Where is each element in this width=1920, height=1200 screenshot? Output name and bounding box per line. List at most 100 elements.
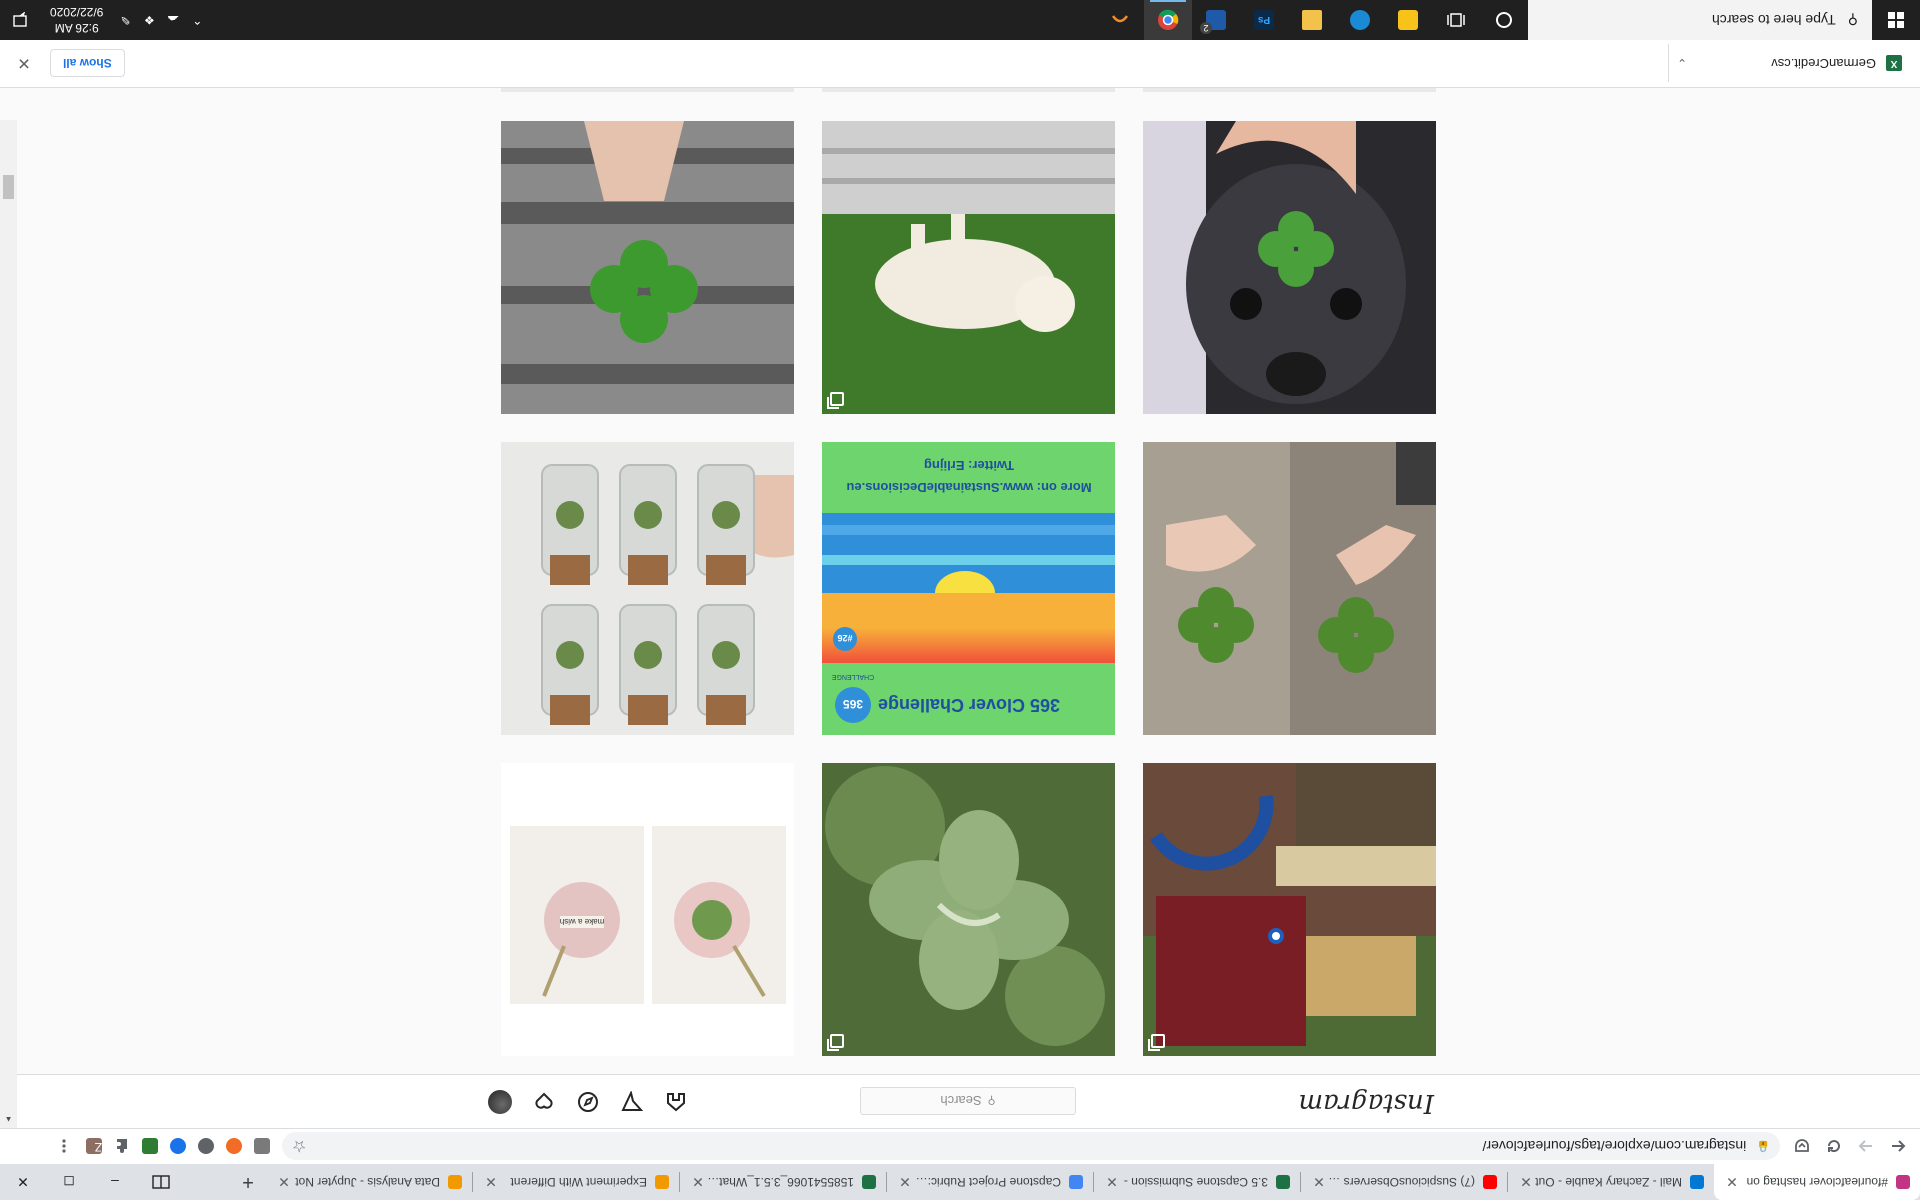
- tab-experiment[interactable]: Experiment With Different ✕: [473, 1164, 679, 1200]
- tab-capstone-submission[interactable]: 3.5 Capstone Submission - ✕: [1094, 1164, 1300, 1200]
- back-button[interactable]: [1882, 1131, 1914, 1163]
- profile-avatar: Z: [86, 1138, 102, 1155]
- app-icon-orange[interactable]: [1096, 0, 1144, 40]
- download-shelf: X GermanCredit.csv ⌄ Show all ✕: [0, 40, 1920, 88]
- task-view-icon[interactable]: [1432, 0, 1480, 40]
- reload-button[interactable]: [1818, 1131, 1850, 1163]
- forward-button[interactable]: [1850, 1131, 1882, 1163]
- pen-icon[interactable]: ✎: [113, 13, 137, 27]
- onedrive-icon[interactable]: ☁: [161, 13, 185, 27]
- bookmark-star-icon[interactable]: ☆: [292, 1137, 306, 1157]
- taskbar-search-placeholder: Type here to search: [1711, 12, 1836, 28]
- clock-date: 9/22/2020: [50, 5, 104, 19]
- dropbox-icon[interactable]: ❖: [137, 13, 161, 27]
- tab-strip: #fourleafclover hashtag on ✕ Mail - Zach…: [0, 1164, 1920, 1200]
- tab-outlook[interactable]: Mail - Zachary Kauble - Out ✕: [1508, 1164, 1714, 1200]
- poster-badge-sub: CHALLENGE: [831, 673, 874, 680]
- instagram-favicon-icon: [1896, 1175, 1910, 1189]
- tab-close-icon[interactable]: ✕: [1724, 1174, 1740, 1191]
- scroll-up-arrow-icon[interactable]: ▲: [0, 1111, 17, 1128]
- hands-clovers-photo: [1143, 442, 1436, 735]
- tab-close-icon[interactable]: ✕: [483, 1174, 499, 1191]
- notification-center-icon[interactable]: [0, 0, 40, 40]
- lock-icon[interactable]: 🔒: [1756, 1140, 1770, 1153]
- extension-honey[interactable]: [220, 1133, 248, 1161]
- post-dog-clover[interactable]: [1143, 121, 1436, 414]
- photoshop-tile: Ps: [1254, 10, 1274, 30]
- scroll-thumb[interactable]: [3, 175, 14, 199]
- tab-close-icon[interactable]: ✕: [690, 1174, 706, 1191]
- close-download-shelf-button[interactable]: ✕: [10, 50, 38, 78]
- tab-title: 1585541066_3.5.1_What_De: [706, 1175, 854, 1189]
- extension-grammarly[interactable]: [248, 1133, 276, 1161]
- post-resin-pendant[interactable]: make a wish: [501, 763, 794, 1056]
- tab-close-icon[interactable]: ✕: [1104, 1174, 1120, 1191]
- close-window-button[interactable]: ✕: [0, 1164, 46, 1200]
- tab-close-icon[interactable]: ✕: [1311, 1174, 1327, 1191]
- post-clover-bottles[interactable]: [501, 442, 794, 735]
- home-icon[interactable]: [663, 1089, 689, 1115]
- post-horseshoe[interactable]: [1143, 763, 1436, 1056]
- tab-youtube[interactable]: (7) SuspiciousObservers - Yo ✕: [1301, 1164, 1507, 1200]
- pocket-button[interactable]: [1786, 1131, 1818, 1163]
- post-hands-clovers[interactable]: [1143, 442, 1436, 735]
- extension-green[interactable]: [136, 1133, 164, 1161]
- weather-app-icon[interactable]: 2: [1192, 0, 1240, 40]
- tab-data-analysis[interactable]: Data Analysis - Jupyter Not ✕: [266, 1164, 472, 1200]
- extension-circle[interactable]: [192, 1133, 220, 1161]
- post-clover-hand[interactable]: [501, 121, 794, 414]
- maximize-button[interactable]: ◻: [46, 1164, 92, 1200]
- tab-close-icon[interactable]: ✕: [897, 1174, 913, 1191]
- post-clover-challenge[interactable]: 365 Clover Challenge 365 CHALLENGE #26 M…: [822, 442, 1115, 735]
- tab-close-icon[interactable]: ✕: [1518, 1174, 1534, 1191]
- cortana-icon[interactable]: [1480, 0, 1528, 40]
- poster-badge: 365: [843, 697, 863, 711]
- challenge-poster: 365 Clover Challenge 365 CHALLENGE #26 M…: [822, 442, 1115, 735]
- direct-icon[interactable]: [619, 1089, 645, 1115]
- page-scrollbar[interactable]: ▲: [0, 120, 17, 1128]
- url-text[interactable]: instagram.com/explore/tags/fourleafclove…: [306, 1139, 1747, 1155]
- post-dog-grass[interactable]: [822, 121, 1115, 414]
- browser-menu-button[interactable]: [48, 1131, 80, 1163]
- poster-more: More on: www.SustainableDecisions.eu: [846, 480, 1091, 495]
- post-clover-patch[interactable]: [822, 763, 1115, 1056]
- tab-capstone-rubric[interactable]: Capstone Project Rubric: Da ✕: [887, 1164, 1093, 1200]
- notification-badge: 2: [1200, 22, 1212, 34]
- profile-avatar[interactable]: [487, 1089, 513, 1115]
- clock-time: 9:26 AM: [54, 21, 99, 35]
- file-explorer-icon[interactable]: [1288, 0, 1336, 40]
- start-button[interactable]: [1872, 0, 1920, 40]
- clock[interactable]: 9:26 AM 9/22/2020: [40, 4, 113, 36]
- download-item[interactable]: X GermanCredit.csv ⌄: [1668, 44, 1910, 83]
- new-tab-button[interactable]: +: [230, 1164, 266, 1200]
- extensions-menu[interactable]: [108, 1133, 136, 1161]
- chrome-icon[interactable]: [1144, 0, 1192, 40]
- tab-search-icon[interactable]: [138, 1164, 184, 1200]
- address-bar[interactable]: 🔒 instagram.com/explore/tags/fourleafclo…: [282, 1132, 1780, 1161]
- dog-photo: [822, 121, 1115, 414]
- photoshop-icon[interactable]: Ps: [1240, 0, 1288, 40]
- activity-icon[interactable]: [531, 1089, 557, 1115]
- taskbar-search[interactable]: ⚲ Type here to search: [1528, 0, 1872, 40]
- pocket-icon: [1795, 1139, 1809, 1153]
- search-input[interactable]: ⚲ Search: [860, 1087, 1076, 1115]
- search-placeholder: Search: [940, 1093, 982, 1109]
- tab-title: (7) SuspiciousObservers - Yo: [1327, 1175, 1475, 1189]
- explore-icon[interactable]: [575, 1089, 601, 1115]
- tab-close-icon[interactable]: ✕: [276, 1174, 292, 1191]
- show-all-button[interactable]: Show all: [50, 49, 125, 78]
- extension-blue[interactable]: [164, 1133, 192, 1161]
- tab-instagram[interactable]: #fourleafclover hashtag on ✕: [1714, 1164, 1920, 1200]
- windows-logo-icon: [1888, 12, 1904, 28]
- search-icon: ⚲: [987, 1094, 996, 1107]
- edge-icon[interactable]: [1336, 0, 1384, 40]
- profile-button[interactable]: Z: [80, 1133, 108, 1161]
- ms-store-icon[interactable]: [1384, 0, 1432, 40]
- minimize-button[interactable]: –: [92, 1164, 138, 1200]
- window-controls: – ◻ ✕: [0, 1164, 184, 1200]
- instagram-logo[interactable]: Instagram: [1298, 1088, 1434, 1118]
- clover-patch-photo: [822, 763, 1115, 1056]
- chevron-up-icon[interactable]: ⌃: [185, 13, 209, 27]
- tab-pdf[interactable]: 1585541066_3.5.1_What_De ✕: [680, 1164, 886, 1200]
- chevron-down-icon[interactable]: ⌄: [1677, 57, 1687, 71]
